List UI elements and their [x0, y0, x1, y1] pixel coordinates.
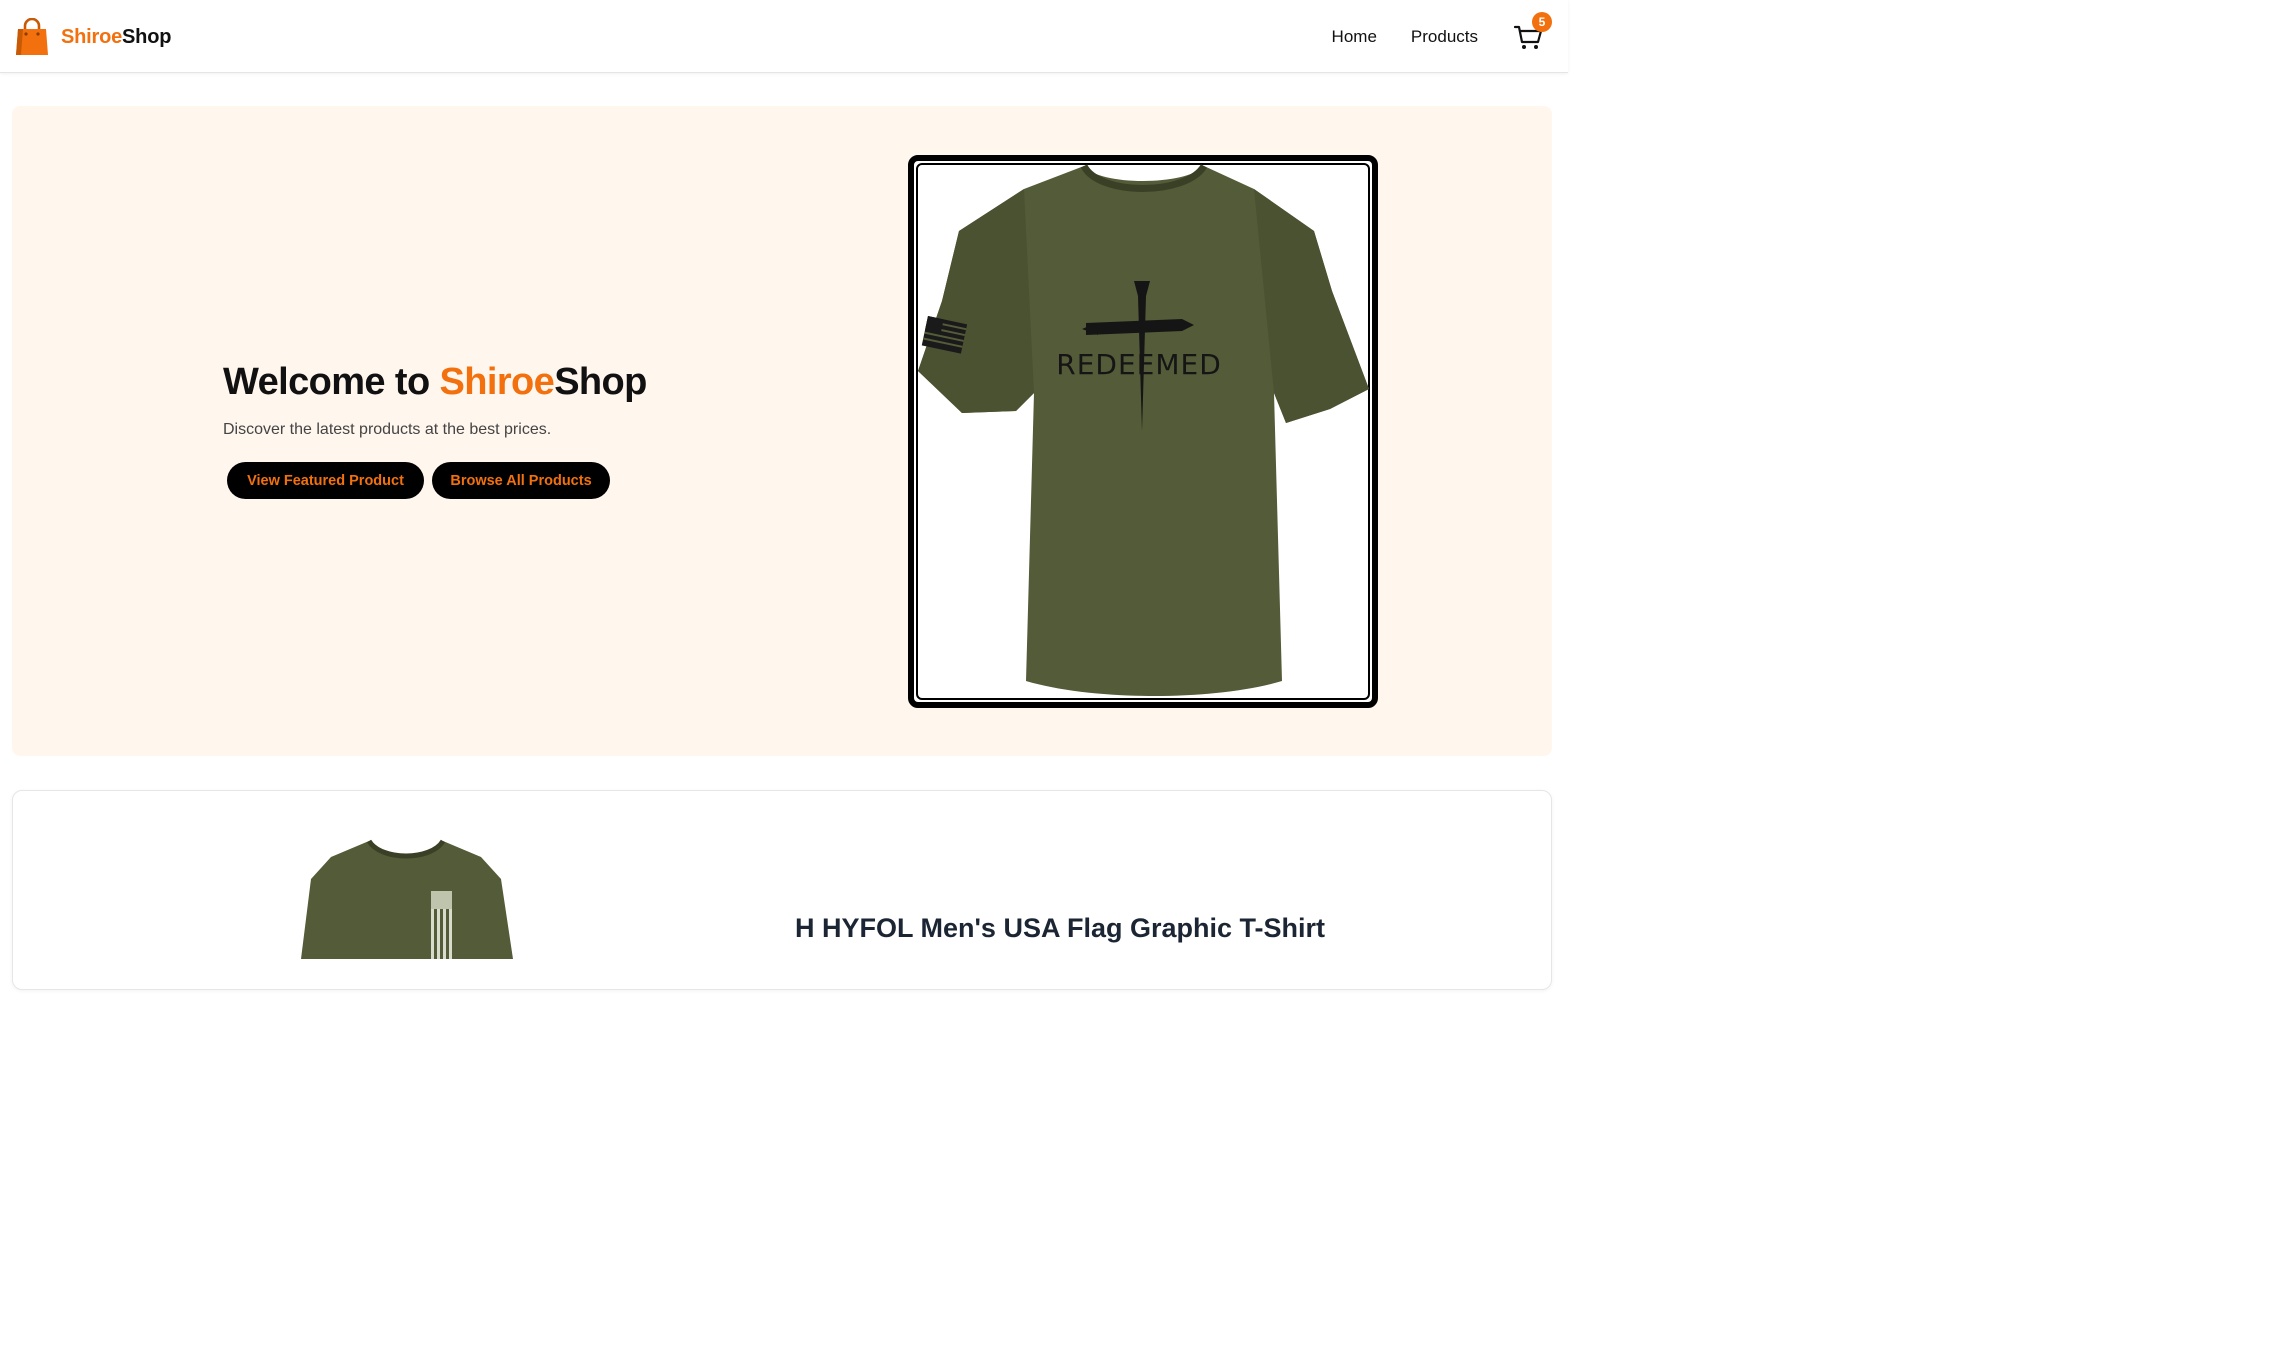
hero-product-image[interactable]: REDEEMED: [908, 155, 1378, 708]
brand-name: ShiroeShop: [61, 26, 171, 49]
olive-tshirt-image: REDEEMED: [918, 163, 1369, 696]
hero-title: Welcome to ShiroeShop: [223, 361, 647, 404]
view-featured-product-button[interactable]: View Featured Product: [227, 462, 424, 499]
browse-all-products-button[interactable]: Browse All Products: [432, 462, 610, 499]
nav-link-products[interactable]: Products: [1411, 27, 1478, 47]
hero-title-accent: Shiroe: [439, 361, 555, 403]
hero-section: Welcome to ShiroeShop Discover the lates…: [12, 106, 1552, 756]
hero-title-rest: Shop: [554, 361, 647, 403]
brand-name-accent: Shiroe: [61, 25, 123, 48]
navbar: ShiroeShop Home Products 5: [0, 0, 1568, 73]
hero-title-prefix: Welcome to: [223, 361, 440, 403]
brand-logo-link[interactable]: ShiroeShop: [15, 17, 171, 57]
featured-product-card: H HYFOL Men's USA Flag Graphic T-Shirt: [12, 790, 1552, 990]
brand-name-rest: Shop: [122, 25, 172, 48]
olive-flag-tshirt-image[interactable]: [291, 839, 521, 959]
cart-count-badge: 5: [1532, 11, 1552, 32]
cart-button[interactable]: 5: [1512, 11, 1552, 54]
redeemed-print-text: REDEEMED: [1056, 348, 1222, 381]
shopping-bag-icon: [16, 18, 48, 55]
hero-subtitle: Discover the latest products at the best…: [223, 421, 552, 438]
nav-links: Home Products 5: [1332, 0, 1558, 73]
featured-product-title[interactable]: H HYFOL Men's USA Flag Graphic T-Shirt: [795, 913, 1325, 944]
nav-link-home[interactable]: Home: [1332, 27, 1377, 47]
